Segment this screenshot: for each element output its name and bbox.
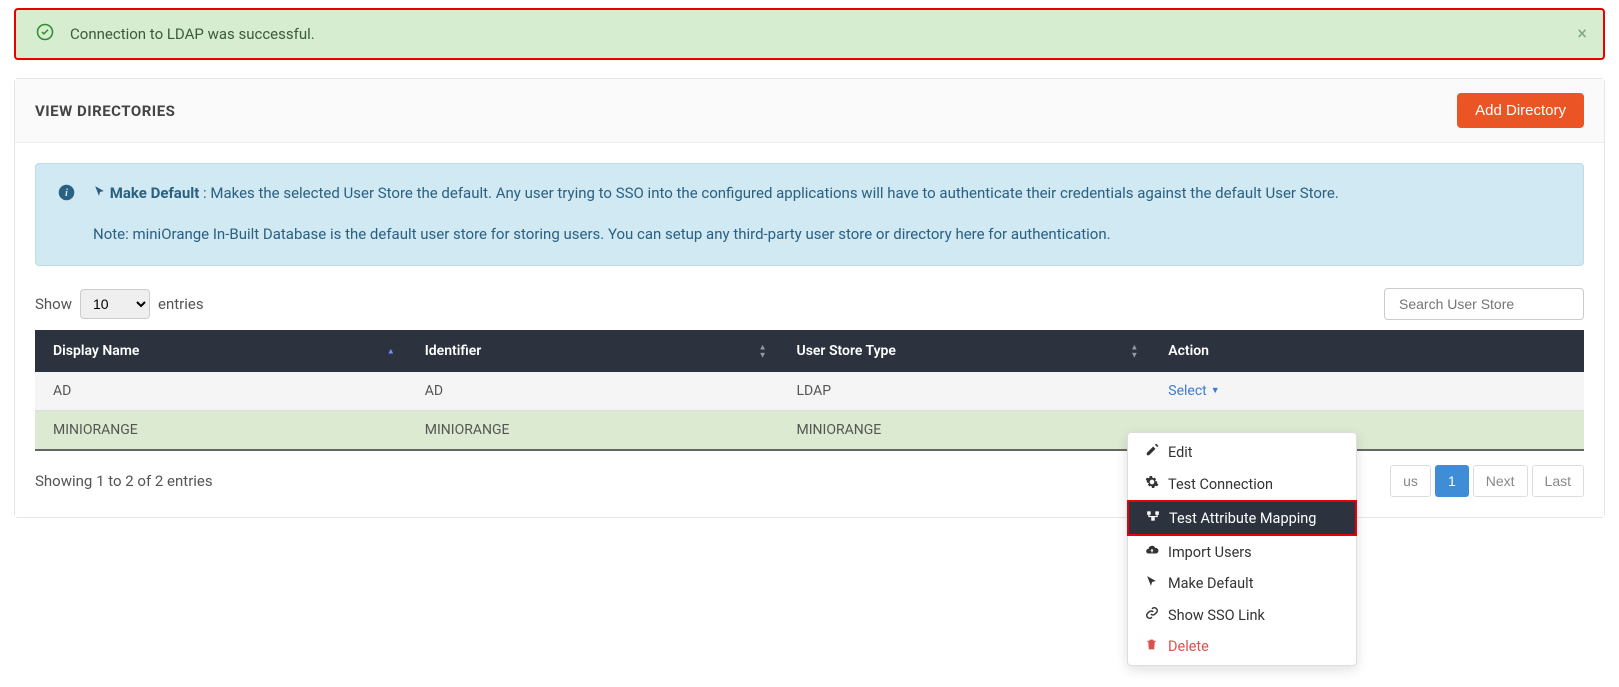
info-content: Make Default : Makes the selected User S… [93, 182, 1339, 247]
panel-header: VIEW DIRECTORIES Add Directory [15, 79, 1604, 143]
cell-identifier: AD [407, 372, 779, 411]
entries-control: Show 10 entries [35, 289, 204, 319]
action-dropdown: Edit Test Connection Test Attribute Mapp… [1127, 432, 1357, 666]
caret-down-icon: ▼ [1211, 385, 1220, 396]
info-lead-text: : Makes the selected User Store the defa… [199, 184, 1339, 202]
page-next-button[interactable]: Next [1473, 465, 1528, 497]
pagination: us 1 Next Last [1390, 465, 1584, 497]
cloud-upload-icon [1144, 543, 1159, 561]
col-action: Action [1150, 330, 1584, 372]
page-last-button[interactable]: Last [1532, 465, 1584, 497]
entries-label: entries [158, 295, 204, 313]
search-input[interactable] [1384, 288, 1584, 320]
select-action-button[interactable]: Select ▼ [1168, 383, 1219, 399]
showing-text: Showing 1 to 2 of 2 entries [35, 472, 213, 490]
table-row: AD AD LDAP Select ▼ [35, 372, 1584, 411]
col-identifier[interactable]: Identifier ▲▼ [407, 330, 779, 372]
alert-message: Connection to LDAP was successful. [70, 25, 315, 43]
info-icon: i [58, 184, 75, 247]
info-note: Note: miniOrange In-Built Database is th… [93, 223, 1339, 246]
svg-text:i: i [65, 188, 68, 199]
cell-type: LDAP [779, 372, 1151, 411]
col-display-name[interactable]: Display Name ▲ [35, 330, 407, 372]
dropdown-test-attribute-mapping[interactable]: Test Attribute Mapping [1127, 500, 1357, 536]
link-icon [1144, 606, 1159, 624]
dropdown-delete[interactable]: Delete [1128, 631, 1356, 662]
trash-icon [1144, 638, 1159, 655]
gear-icon [1144, 475, 1159, 493]
sort-asc-icon: ▲ [387, 347, 395, 354]
cell-display-name: MINIORANGE [35, 410, 407, 450]
success-alert: Connection to LDAP was successful. × [14, 8, 1605, 60]
entries-select[interactable]: 10 [80, 289, 150, 319]
edit-icon [1144, 443, 1159, 461]
sort-icon: ▲▼ [759, 343, 767, 358]
cell-display-name: AD [35, 372, 407, 411]
page-previous-partial[interactable]: us [1390, 465, 1431, 497]
dropdown-make-default[interactable]: Make Default [1128, 568, 1356, 599]
panel-title: VIEW DIRECTORIES [35, 102, 175, 120]
sort-icon: ▲▼ [1130, 343, 1138, 358]
check-circle-icon [36, 23, 54, 45]
info-lead-label: Make Default [110, 184, 200, 202]
add-directory-button[interactable]: Add Directory [1457, 93, 1584, 128]
mapping-icon [1145, 509, 1160, 527]
dropdown-show-sso-link[interactable]: Show SSO Link [1128, 599, 1356, 631]
close-icon[interactable]: × [1577, 24, 1587, 45]
cursor-icon [93, 184, 110, 202]
directories-panel: VIEW DIRECTORIES Add Directory i Make De… [14, 78, 1605, 518]
cursor-icon [1144, 575, 1159, 592]
dropdown-edit[interactable]: Edit [1128, 436, 1356, 468]
show-label: Show [35, 295, 72, 313]
dropdown-import-users[interactable]: Import Users [1128, 536, 1356, 568]
col-user-store-type[interactable]: User Store Type ▲▼ [779, 330, 1151, 372]
page-1-button[interactable]: 1 [1435, 465, 1469, 497]
info-banner: i Make Default : Makes the selected User… [35, 163, 1584, 266]
cell-identifier: MINIORANGE [407, 410, 779, 450]
dropdown-test-connection[interactable]: Test Connection [1128, 468, 1356, 500]
cell-type: MINIORANGE [779, 410, 1151, 450]
